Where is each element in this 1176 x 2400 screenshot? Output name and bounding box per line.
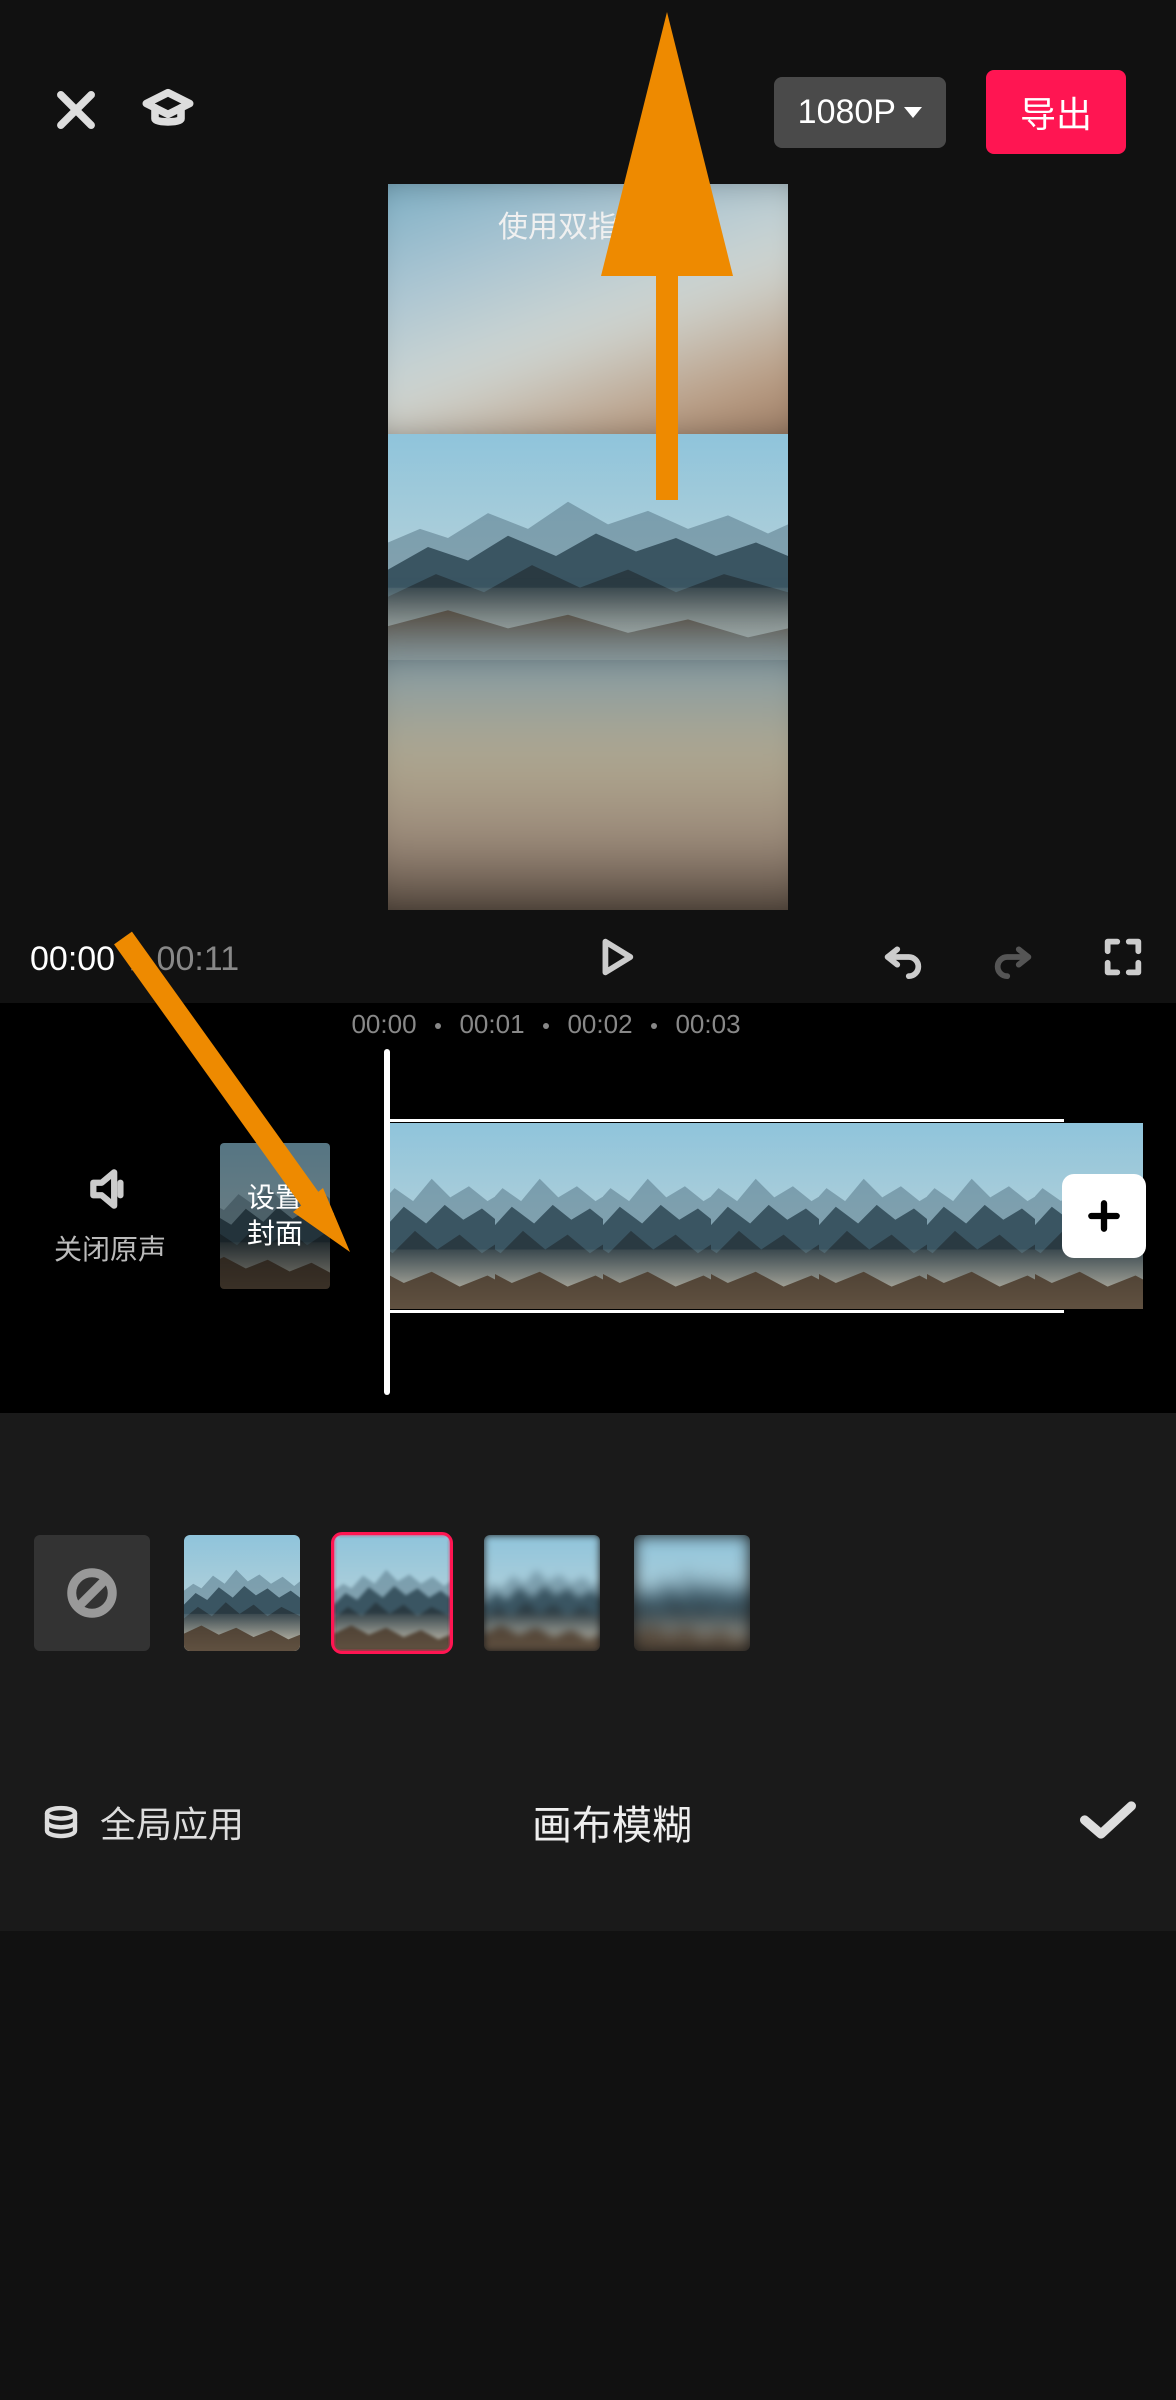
clip-strip[interactable] (387, 1123, 1143, 1309)
graduation-cap-icon[interactable] (142, 84, 194, 141)
close-icon[interactable] (50, 84, 102, 141)
preview-content (388, 434, 788, 660)
add-clip-button[interactable] (1062, 1174, 1146, 1258)
set-cover-button[interactable]: 设置 封面 (220, 1143, 330, 1289)
total-time: 00:11 (157, 940, 240, 979)
resolution-button[interactable]: 1080P (774, 77, 946, 148)
chevron-down-icon (904, 107, 922, 118)
resolution-label: 1080P (798, 93, 896, 132)
clip-frame (495, 1123, 603, 1309)
video-preview[interactable]: 使用双指缩放 (388, 184, 788, 910)
header-bar: 1080P 导出 (0, 0, 1176, 174)
export-button[interactable]: 导出 (986, 70, 1126, 154)
blur-option-none[interactable] (34, 1535, 150, 1651)
ruler-mark: 00:01 (459, 1009, 524, 1040)
clip-frame (603, 1123, 711, 1309)
blur-options-strip (0, 1413, 1176, 1763)
timeline: 00:00 00:01 00:02 00:03 关闭原声 设置 封面 (0, 1003, 1176, 1413)
fullscreen-icon[interactable] (1100, 934, 1146, 985)
preview-area: 使用双指缩放 (0, 184, 1176, 910)
blur-option-1[interactable] (184, 1535, 300, 1651)
blur-option-4[interactable] (634, 1535, 750, 1651)
undo-icon[interactable] (880, 934, 926, 985)
redo-icon (990, 934, 1036, 985)
playhead[interactable] (384, 1049, 390, 1395)
no-sign-icon (65, 1566, 119, 1620)
video-track: 关闭原声 设置 封面 (0, 1123, 1176, 1309)
time-separator: / (131, 940, 140, 979)
mute-audio-button[interactable]: 关闭原声 (0, 1164, 220, 1268)
speaker-icon (85, 1164, 135, 1214)
ruler-mark: 00:03 (675, 1009, 740, 1040)
clip-frame (927, 1123, 1035, 1309)
pinch-zoom-hint: 使用双指缩放 (388, 202, 788, 246)
blur-option-2[interactable] (334, 1535, 450, 1651)
time-ruler[interactable]: 00:00 00:01 00:02 00:03 (0, 1009, 1176, 1049)
blur-option-3[interactable] (484, 1535, 600, 1651)
ruler-mark: 00:02 (567, 1009, 632, 1040)
check-icon (1080, 1797, 1136, 1843)
panel-title: 画布模糊 (144, 1793, 1080, 1851)
clip-frame (387, 1123, 495, 1309)
current-time: 00:00 (30, 940, 115, 979)
confirm-button[interactable] (1080, 1797, 1136, 1848)
stack-icon (40, 1801, 82, 1843)
ruler-mark: 00:00 (351, 1009, 416, 1040)
clip-frame (819, 1123, 927, 1309)
clip-frame (711, 1123, 819, 1309)
play-icon[interactable] (592, 934, 638, 985)
panel-bottom-bar: 全局应用 画布模糊 (0, 1763, 1176, 1931)
canvas-blur-bottom (388, 635, 788, 910)
plus-icon (1085, 1197, 1123, 1235)
playback-bar: 00:00 / 00:11 (0, 916, 1176, 1003)
